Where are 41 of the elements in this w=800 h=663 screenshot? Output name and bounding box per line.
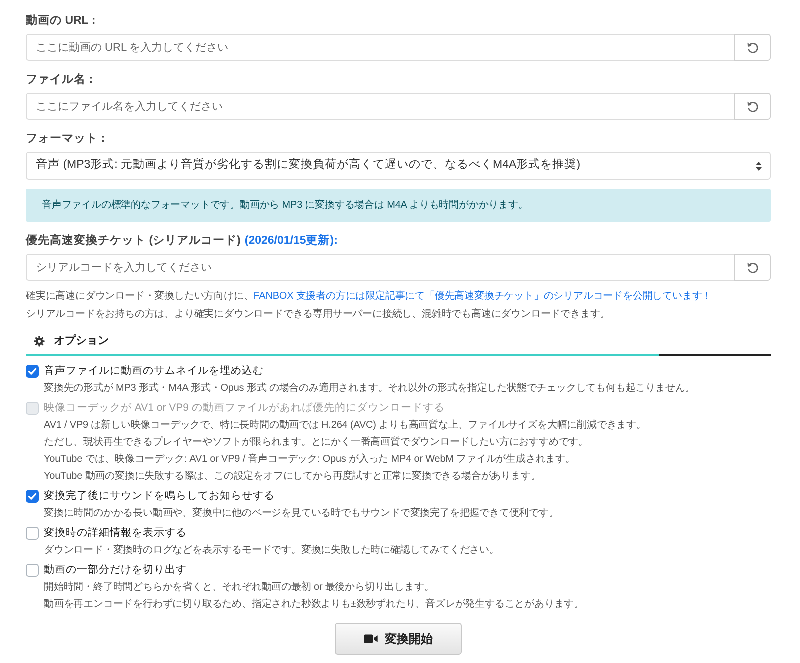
option-description: YouTube では、映像コーデック: AV1 or VP9 / 音声コーデック: Opus が入った MP4 or WebM ファイルが生成されます。	[44, 452, 576, 467]
video-camera-icon	[364, 633, 378, 645]
option-label: 動画の一部分だけを切り出す	[44, 563, 188, 578]
checkbox[interactable]	[26, 527, 39, 540]
reset-button[interactable]	[734, 93, 771, 120]
field-label: ファイル名 :	[26, 72, 94, 88]
field-label: 動画の URL :	[26, 14, 97, 29]
rotate-left-icon	[746, 100, 758, 112]
option-description: 変換に時間のかかる長い動画や、変換中に他のページを見ている時でもサウンドで変換完了を把握できて便利です。	[44, 506, 559, 521]
text-input[interactable]: ここに動画の URL を入力してください	[26, 34, 735, 61]
option-label: 変換時の詳細情報を表示する	[44, 526, 188, 541]
info-alert: 音声ファイルの標準的なフォーマットです。動画から MP3 に変換する場合は M4A よりも時間がかかります。	[26, 189, 771, 222]
option-description: 動画を再エンコードを行わずに切り取るため、指定された秒数よりも±数秒ずれたり、音ズレが発生することがあります。	[44, 598, 584, 612]
section-title: オプション	[54, 334, 109, 349]
field-label: 優先高速変換チケット (シリアルコード) (2026/01/15更新):	[26, 233, 339, 249]
help-text: 確実に高速にダウンロード・変換したい方向けに、FANBOX 支援者の方には限定記事にて「優先高速変換チケット」のシリアルコードを公開しています！ シリアルコードをお持ちの方は、より確実にダウンロードできる専用サーバーに接続し、混雑時でも高速にダウンロードできます。	[26, 290, 714, 322]
update-link[interactable]: (2026/01/15更新):	[244, 235, 338, 247]
field-label: フォーマット :	[26, 132, 106, 147]
option-description: YouTube 動画の変換に失敗する際は、この設定をオフにしてから再度試すと正常に変換できる場合があります。	[44, 470, 542, 484]
format-select[interactable]: 音声 (MP3形式: 元動画より音質が劣化する割に変換負荷が高くて遅いので、なるべくM4A形式を推奨)	[26, 152, 771, 180]
option-description: 変換先の形式が MP3 形式・M4A 形式・Opus 形式 の場合のみ適用されます。それ以外の形式を指定した状態でチェックしても何も起こりません。	[44, 382, 696, 396]
checkbox[interactable]	[26, 365, 39, 378]
rotate-left-icon	[746, 262, 758, 274]
text-input[interactable]: シリアルコードを入力してください	[26, 254, 735, 281]
option-description: ダウンロード・変換時のログなどを表示するモードです。変換に失敗した時に確認してみてください。	[44, 544, 500, 558]
option-label: 変換完了後にサウンドを鳴らしてお知らせする	[44, 489, 276, 504]
option-description: 開始時間・終了時間どちらかを省くと、それぞれ動画の最初 or 最後から切り出します。	[44, 580, 436, 595]
option-label: 音声ファイルに動画のサムネイルを埋め込む	[44, 364, 265, 379]
option-description: ただし、現状再生できるプレイヤーやソフトが限られます。とにかく一番高画質でダウンロードしたい方におすすめです。	[44, 436, 590, 450]
rotate-left-icon	[746, 42, 758, 54]
gear-icon	[34, 336, 45, 346]
sort-caret-icon	[756, 162, 762, 170]
fanbox-link[interactable]: FANBOX 支援者の方には限定記事にて「優先高速変換チケット」のシリアルコードを公開しています！	[254, 291, 712, 302]
checkbox[interactable]	[26, 490, 39, 503]
reset-button[interactable]	[734, 254, 771, 281]
convert-button[interactable]: 変換開始	[335, 623, 462, 655]
reset-button[interactable]	[734, 34, 771, 61]
option-label: 映像コーデックが AV1 or VP9 の動画ファイルがあれば優先的にダウンロードする	[44, 401, 446, 416]
checkbox[interactable]	[26, 564, 39, 577]
text-input[interactable]: ここにファイル名を入力してください	[26, 93, 735, 120]
option-description: AV1 / VP9 は新しい映像コーデックで、特に長時間の動画では H.264 (AVC) よりも高画質な上、ファイルサイズを大幅に削減できます。	[44, 418, 646, 433]
